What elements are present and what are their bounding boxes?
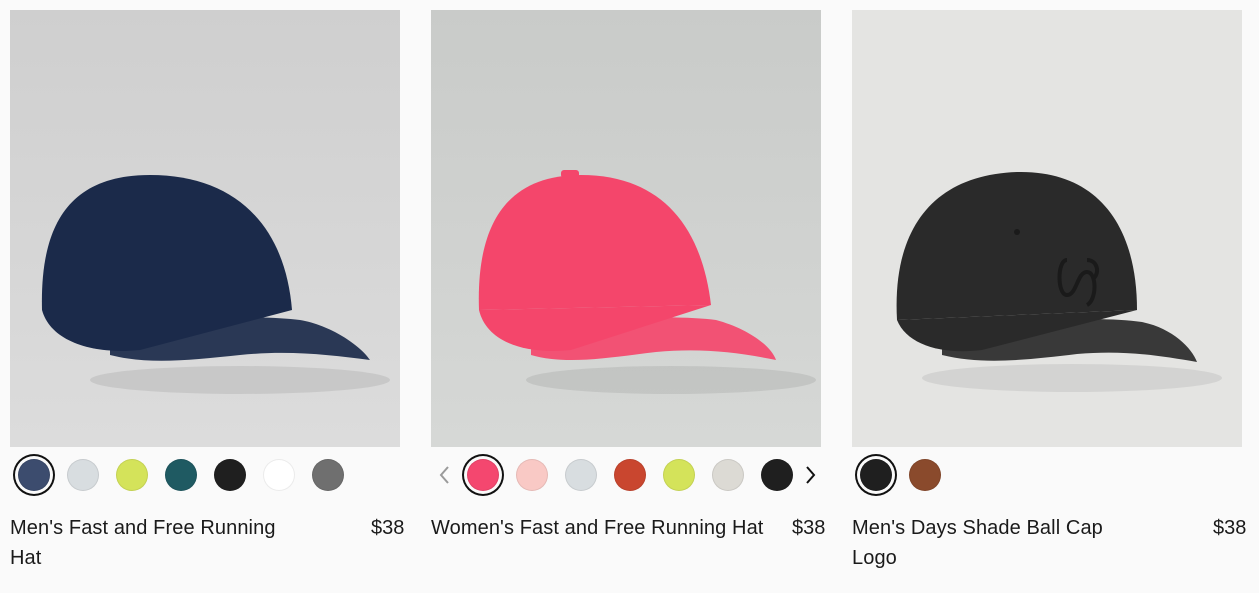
product-card-mens-fast-free-hat: Men's Fast and Free Running Hat $38 [10,10,404,573]
color-swatch[interactable] [516,459,548,491]
product-price: $38 [371,517,405,539]
color-swatch[interactable] [860,459,892,491]
product-card-mens-days-shade-cap: Men's Days Shade Ball Cap Logo $38 [852,10,1246,573]
product-image[interactable] [10,10,400,447]
color-swatch[interactable] [165,459,197,491]
product-card-womens-fast-free-hat: Women's Fast and Free Running Hat $38 [431,10,825,543]
product-price: $38 [792,517,826,539]
color-swatch[interactable] [312,459,344,491]
color-swatch[interactable] [18,459,50,491]
product-image[interactable] [852,10,1242,447]
color-swatch[interactable] [761,459,793,491]
color-swatch[interactable] [67,459,99,491]
color-swatch[interactable] [214,459,246,491]
product-grid: Men's Fast and Free Running Hat $38 Wome… [0,0,1259,593]
color-swatch[interactable] [565,459,597,491]
color-swatches [10,455,400,509]
color-swatch[interactable] [614,459,646,491]
color-swatch[interactable] [467,459,499,491]
chevron-left-icon[interactable] [435,463,453,487]
product-name[interactable]: Men's Days Shade Ball Cap Logo [852,513,1132,573]
color-swatch[interactable] [712,459,744,491]
chevron-right-icon[interactable] [802,463,820,487]
color-swatch[interactable] [116,459,148,491]
product-name[interactable]: Men's Fast and Free Running Hat [10,513,310,573]
product-name[interactable]: Women's Fast and Free Running Hat [431,513,781,543]
product-image[interactable] [431,10,821,447]
color-swatches [431,455,821,509]
color-swatch[interactable] [663,459,695,491]
color-swatch[interactable] [263,459,295,491]
color-swatch[interactable] [909,459,941,491]
color-swatches [852,455,1242,509]
product-price: $38 [1213,517,1247,539]
